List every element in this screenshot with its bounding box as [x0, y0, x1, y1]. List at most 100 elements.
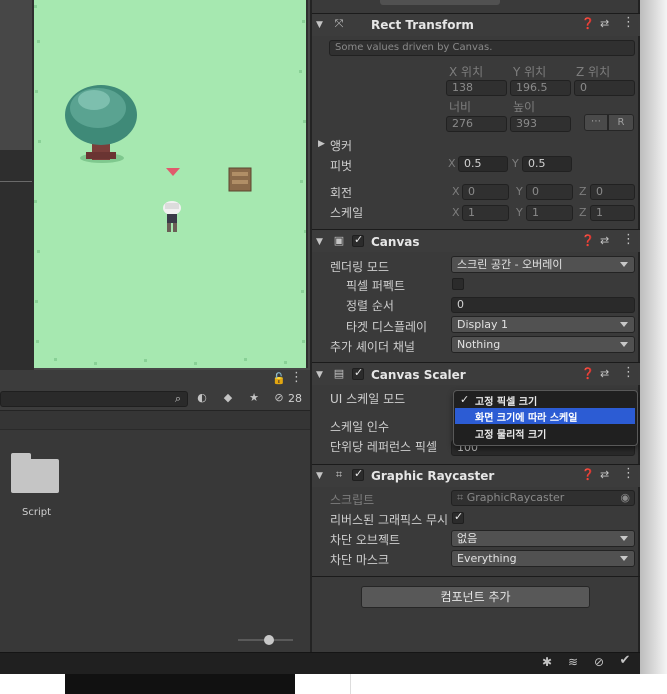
star-icon[interactable]: ★	[247, 392, 261, 404]
foldout-arrow-icon[interactable]: ▼	[316, 470, 323, 482]
pivot-x-field[interactable]: 0.5	[458, 156, 508, 172]
script-label: 스크립트	[330, 493, 375, 507]
rotation-label: 회전	[330, 186, 353, 200]
folder-icon[interactable]	[11, 453, 59, 493]
anchors-label[interactable]: 앵커	[330, 137, 352, 154]
tree-sprite	[65, 85, 137, 163]
lock-icon[interactable]: 🔓	[272, 373, 286, 385]
help-icon[interactable]: ❓	[581, 18, 595, 30]
scale-factor-label: 스케일 인수	[330, 420, 390, 434]
pos-x-field: 138	[446, 80, 507, 96]
background-dark-block	[65, 674, 295, 694]
rot-x-field[interactable]: 0	[462, 184, 509, 200]
target-display-label: 타겟 디스플레이	[346, 320, 428, 334]
help-icon[interactable]: ❓	[581, 368, 595, 380]
scale-label: 스케일	[330, 206, 364, 220]
add-component-button[interactable]: 컴포넌트 추가	[361, 586, 590, 608]
game-sprites	[34, 5, 306, 365]
background-divider	[350, 674, 351, 694]
zoom-slider-handle[interactable]	[264, 635, 274, 645]
check-circle-icon[interactable]: ✔	[618, 654, 632, 667]
kebab-menu-icon[interactable]: ⋮	[622, 366, 635, 379]
rot-y-field[interactable]: 0	[526, 184, 573, 200]
pos-z-field[interactable]: 0	[574, 80, 635, 96]
kebab-menu-icon[interactable]: ⋮	[290, 371, 303, 384]
folder-label[interactable]: Script	[22, 507, 51, 518]
blocking-mask-label: 차단 마스크	[330, 553, 390, 567]
raw-edit-button[interactable]: R	[608, 114, 634, 131]
rot-z-field[interactable]: 0	[590, 184, 635, 200]
help-icon[interactable]: ❓	[581, 235, 595, 247]
sort-order-field[interactable]: 0	[451, 297, 635, 313]
project-topbar	[0, 370, 312, 389]
blueprint-mode-button[interactable]: ⋯	[584, 114, 608, 131]
pivot-x-axis: X	[448, 157, 456, 170]
ui-scale-mode-label: UI 스케일 모드	[330, 392, 406, 406]
chevron-down-icon	[620, 322, 628, 327]
width-field: 276	[446, 116, 507, 132]
pivot-label: 피벗	[330, 159, 353, 173]
stack-icon[interactable]: ≋	[566, 656, 580, 668]
tag-icon[interactable]: ◆	[221, 392, 235, 404]
popup-option[interactable]: 고정 물리적 크기	[455, 425, 635, 441]
preset-icon[interactable]: ⇄	[600, 18, 609, 30]
game-viewport[interactable]	[32, 0, 308, 368]
script-field: ⌗ GraphicRaycaster ◉	[451, 490, 635, 506]
pivot-y-field[interactable]: 0.5	[522, 156, 572, 172]
shader-channels-label: 추가 셰이더 채널	[330, 340, 415, 354]
ref-pixels-label: 단위당 레퍼런스 픽셀	[330, 440, 437, 454]
pixel-perfect-checkbox[interactable]	[452, 278, 464, 290]
right-edge-shadow	[640, 0, 667, 674]
preset-icon[interactable]: ⇄	[600, 235, 609, 247]
preset-icon[interactable]: ⇄	[600, 469, 609, 481]
canvas-icon: ▣	[333, 234, 345, 247]
raycaster-enabled-checkbox[interactable]	[352, 467, 364, 481]
scale-y-field[interactable]: 1	[526, 205, 573, 221]
marker-sprite	[166, 168, 180, 176]
foldout-arrow-icon[interactable]: ▶	[318, 138, 325, 150]
canvas-scaler-icon: ▤	[333, 367, 345, 380]
foldout-arrow-icon[interactable]: ▼	[316, 236, 323, 248]
rect-transform-icon: ⤧	[334, 17, 344, 30]
render-mode-dropdown[interactable]: 스크린 공간 - 오버레이	[451, 256, 635, 273]
foldout-arrow-icon[interactable]: ▼	[316, 369, 323, 381]
scale-z-axis: Z	[579, 206, 587, 219]
scale-z-field[interactable]: 1	[590, 205, 635, 221]
foldout-arrow-icon[interactable]: ▼	[316, 19, 323, 31]
chevron-down-icon	[620, 262, 628, 267]
kebab-menu-icon[interactable]: ⋮	[622, 467, 635, 480]
scale-x-axis: X	[452, 206, 460, 219]
blocking-mask-value: Everything	[457, 552, 517, 565]
popup-option-highlighted[interactable]: 화면 크기에 따라 스케일	[455, 408, 635, 424]
eye-slash-icon[interactable]: ⊘	[272, 392, 286, 404]
blocking-mask-dropdown[interactable]: Everything	[451, 550, 635, 567]
help-icon[interactable]: ❓	[581, 469, 595, 481]
pos-y-field: 196.5	[510, 80, 571, 96]
preset-icon[interactable]: ⇄	[600, 368, 609, 380]
target-display-dropdown[interactable]: Display 1	[451, 316, 635, 333]
height-label: 높이	[513, 100, 536, 114]
kebab-menu-icon[interactable]: ⋮	[622, 233, 635, 246]
rect-transform-title: Rect Transform	[371, 18, 474, 32]
checkmark-icon: ✓	[460, 393, 470, 406]
pivot-y-axis: Y	[512, 157, 519, 170]
search-icon[interactable]: ⌕	[172, 393, 184, 405]
kebab-menu-icon[interactable]: ⋮	[622, 16, 635, 29]
canvas-scaler-enabled-checkbox[interactable]	[352, 366, 364, 380]
graphic-raycaster-title: Graphic Raycaster	[371, 469, 495, 483]
pos-x-label: X 위치	[449, 65, 484, 79]
visibility-icon[interactable]: ⊘	[592, 656, 606, 668]
scale-x-field[interactable]: 1	[462, 205, 509, 221]
filter-type-icon[interactable]: ◐	[195, 392, 209, 404]
blocking-objects-dropdown[interactable]: 없음	[451, 530, 635, 547]
shader-channels-dropdown[interactable]: Nothing	[451, 336, 635, 353]
raycaster-icon: ⌗	[335, 468, 343, 481]
ignore-reversed-checkbox[interactable]	[452, 510, 464, 524]
script-icon: ⌗	[457, 491, 464, 504]
canvas-enabled-checkbox[interactable]	[352, 233, 364, 247]
bug-icon[interactable]: ✱	[540, 656, 554, 668]
project-search-input[interactable]	[0, 391, 188, 407]
character-sprite	[163, 201, 181, 232]
popup-option-selected[interactable]: ✓ 고정 픽셀 크기	[455, 392, 635, 408]
project-list-header	[0, 411, 312, 430]
